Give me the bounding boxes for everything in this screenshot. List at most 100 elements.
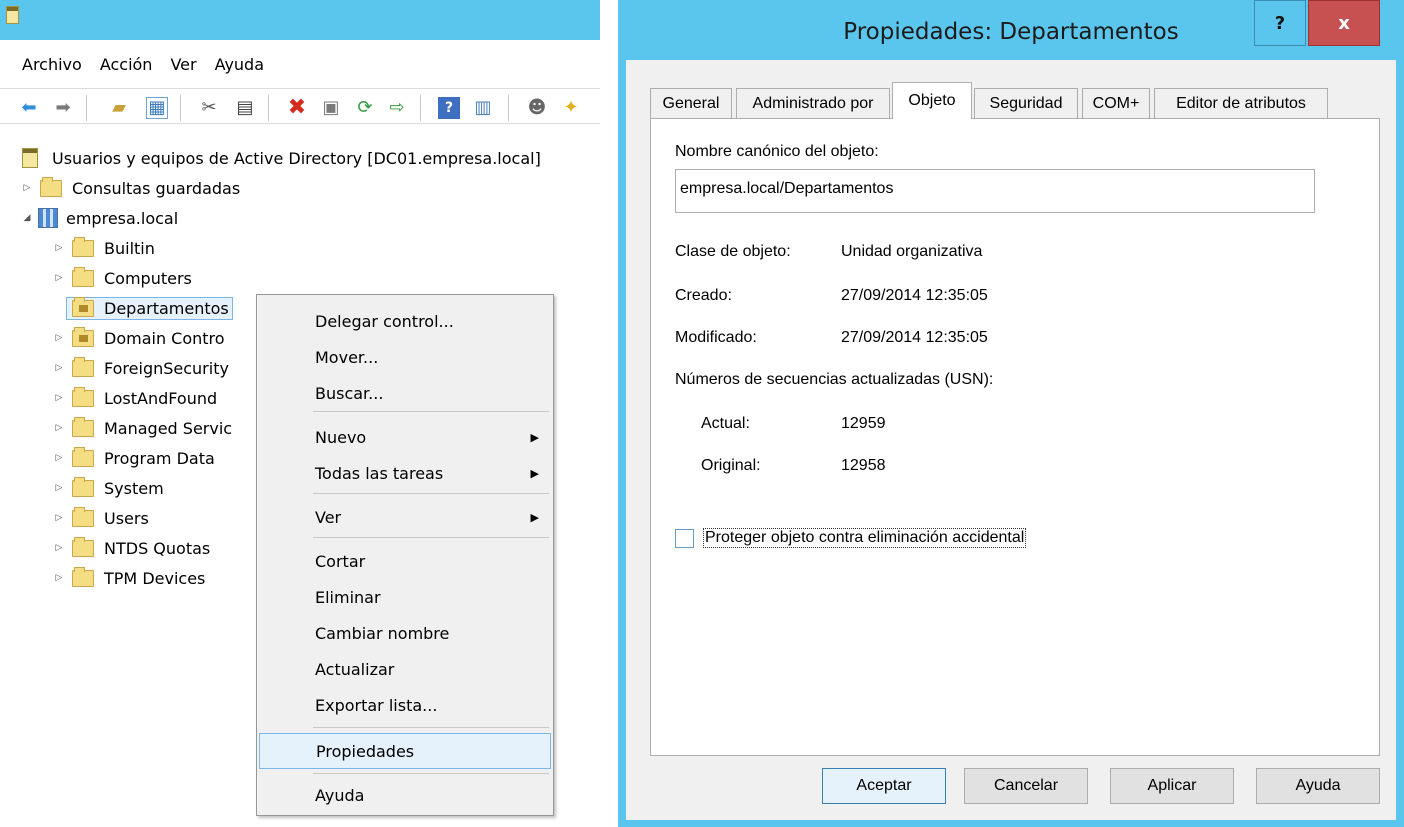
forward-arrow-icon[interactable]: ➡ — [52, 97, 74, 119]
menu-ver[interactable]: Ver — [170, 51, 196, 79]
tree-item-departamentos[interactable]: Departamentos — [52, 294, 233, 322]
folder-icon — [72, 476, 94, 497]
menu-separator — [313, 493, 549, 494]
folder-icon — [72, 506, 94, 527]
tree-root[interactable]: Usuarios y equipos de Active Directory [… — [22, 144, 541, 172]
folder-icon — [72, 386, 94, 407]
menu-item-buscar[interactable]: Buscar... — [259, 375, 551, 411]
tree-item-tpm-devices[interactable]: ▷ TPM Devices — [52, 564, 205, 592]
apply-button[interactable]: Aplicar — [1110, 768, 1234, 804]
canonical-name-field[interactable]: empresa.local/Departamentos — [675, 169, 1315, 213]
back-arrow-icon[interactable]: ⬅ — [18, 97, 40, 119]
collapse-arrow-icon[interactable]: ◢ — [20, 213, 34, 223]
refresh-icon[interactable]: ⟳ — [354, 97, 376, 119]
tab-com-plus[interactable]: COM+ — [1082, 88, 1150, 118]
close-button[interactable]: x — [1308, 0, 1380, 46]
tree-item-label: ForeignSecurity — [104, 358, 229, 378]
folder-icon — [72, 566, 94, 587]
tree-item-computers[interactable]: ▷ Computers — [52, 264, 192, 292]
expand-arrow-icon[interactable]: ▷ — [52, 363, 66, 373]
tab-administrado-por[interactable]: Administrado por — [736, 88, 890, 118]
menu-item-nuevo[interactable]: Nuevo ▶ — [259, 419, 551, 455]
expand-arrow-icon[interactable]: ▷ — [52, 513, 66, 523]
menu-accion[interactable]: Acción — [100, 51, 153, 79]
object-class-label: Clase de objeto: — [675, 243, 791, 260]
help-title-button[interactable]: ? — [1254, 0, 1306, 46]
tree-item-label: Departamentos — [104, 298, 229, 318]
properties-icon[interactable]: ▣ — [320, 97, 342, 119]
up-folder-icon[interactable]: ▰ — [108, 97, 130, 119]
tree-item-system[interactable]: ▷ System — [52, 474, 164, 502]
users-icon[interactable]: ☻ — [526, 97, 548, 119]
tab-seguridad[interactable]: Seguridad — [974, 88, 1078, 118]
aduc-root-icon — [22, 148, 38, 168]
toolbar-separator — [180, 95, 181, 121]
menu-item-label: Todas las tareas — [315, 463, 444, 483]
folder-icon — [72, 536, 94, 557]
menu-item-mover[interactable]: Mover... — [259, 339, 551, 375]
folder-icon — [40, 176, 62, 197]
expand-arrow-icon[interactable]: ▷ — [52, 573, 66, 583]
expand-arrow-icon[interactable]: ▷ — [52, 333, 66, 343]
tree-item-label: LostAndFound — [104, 388, 218, 408]
tree-item-foreignsecurity[interactable]: ▷ ForeignSecurity — [52, 354, 229, 382]
tree-item-lostandfound[interactable]: ▷ LostAndFound — [52, 384, 217, 412]
expand-arrow-icon[interactable]: ▷ — [52, 423, 66, 433]
menu-item-ayuda[interactable]: Ayuda — [259, 777, 551, 813]
help-icon[interactable]: ? — [438, 97, 460, 119]
expand-arrow-icon[interactable]: ▷ — [52, 453, 66, 463]
created-label: Creado: — [675, 287, 732, 304]
tree-item-program-data[interactable]: ▷ Program Data — [52, 444, 215, 472]
toolbar-separator — [420, 95, 421, 121]
menu-item-propiedades[interactable]: Propiedades — [259, 733, 551, 769]
export-list-icon[interactable]: ⇨ — [386, 97, 408, 119]
delete-icon[interactable]: ✖ — [286, 97, 308, 119]
usn-original-label: Original: — [701, 457, 761, 474]
tree-item-domain[interactable]: ◢ empresa.local — [20, 204, 178, 232]
new-user-icon[interactable]: ✦ — [560, 97, 582, 119]
cut-icon[interactable]: ✂ — [198, 97, 220, 119]
usn-current-label: Actual: — [701, 415, 750, 432]
toolbar-separator — [268, 95, 269, 121]
expand-arrow-icon[interactable]: ▷ — [20, 183, 34, 193]
protect-object-checkbox[interactable] — [675, 529, 694, 548]
expand-arrow-icon[interactable]: ▷ — [52, 273, 66, 283]
cancel-button[interactable]: Cancelar — [964, 768, 1088, 804]
menu-archivo[interactable]: Archivo — [22, 51, 82, 79]
tree-item-label: empresa.local — [66, 208, 179, 228]
show-console-tree-icon[interactable]: ▦ — [146, 97, 168, 119]
protect-object-label[interactable]: Proteger objeto contra eliminación accid… — [703, 528, 1027, 548]
tab-objeto[interactable]: Objeto — [892, 82, 972, 119]
ok-button[interactable]: Aceptar — [822, 768, 946, 804]
tree-item-users[interactable]: ▷ Users — [52, 504, 149, 532]
menu-item-cortar[interactable]: Cortar — [259, 543, 551, 579]
action-pane-icon[interactable]: ▥ — [472, 97, 494, 119]
tree-item-label: Consultas guardadas — [72, 178, 241, 198]
expand-arrow-icon[interactable]: ▷ — [52, 483, 66, 493]
tree-item-domain-controllers[interactable]: ▷ Domain Contro — [52, 324, 225, 352]
menu-item-actualizar[interactable]: Actualizar — [259, 651, 551, 687]
folder-icon — [72, 266, 94, 287]
menu-separator — [313, 411, 549, 412]
tree-item-ntds-quotas[interactable]: ▷ NTDS Quotas — [52, 534, 210, 562]
folder-icon — [72, 416, 94, 437]
expand-arrow-icon[interactable]: ▷ — [52, 393, 66, 403]
help-button[interactable]: Ayuda — [1256, 768, 1380, 804]
expand-arrow-icon[interactable]: ▷ — [52, 243, 66, 253]
menu-item-eliminar[interactable]: Eliminar — [259, 579, 551, 615]
menu-item-exportar-lista[interactable]: Exportar lista... — [259, 687, 551, 723]
copy-icon[interactable]: ▤ — [234, 97, 256, 119]
tree-item-managed-service[interactable]: ▷ Managed Servic — [52, 414, 232, 442]
menu-item-label: Nuevo — [315, 427, 367, 447]
tree-item-consultas-guardadas[interactable]: ▷ Consultas guardadas — [20, 174, 240, 202]
expand-arrow-icon[interactable]: ▷ — [52, 543, 66, 553]
menu-item-delegar-control[interactable]: Delegar control... — [259, 303, 551, 339]
tab-general[interactable]: General — [650, 88, 732, 118]
menu-item-todas-las-tareas[interactable]: Todas las tareas ▶ — [259, 455, 551, 491]
menu-item-cambiar-nombre[interactable]: Cambiar nombre — [259, 615, 551, 651]
tree-item-builtin[interactable]: ▷ Builtin — [52, 234, 155, 262]
menu-item-ver[interactable]: Ver ▶ — [259, 499, 551, 535]
tab-editor-de-atributos[interactable]: Editor de atributos — [1154, 88, 1328, 118]
menu-ayuda[interactable]: Ayuda — [215, 51, 264, 79]
tree-item-label: Managed Servic — [104, 418, 233, 438]
